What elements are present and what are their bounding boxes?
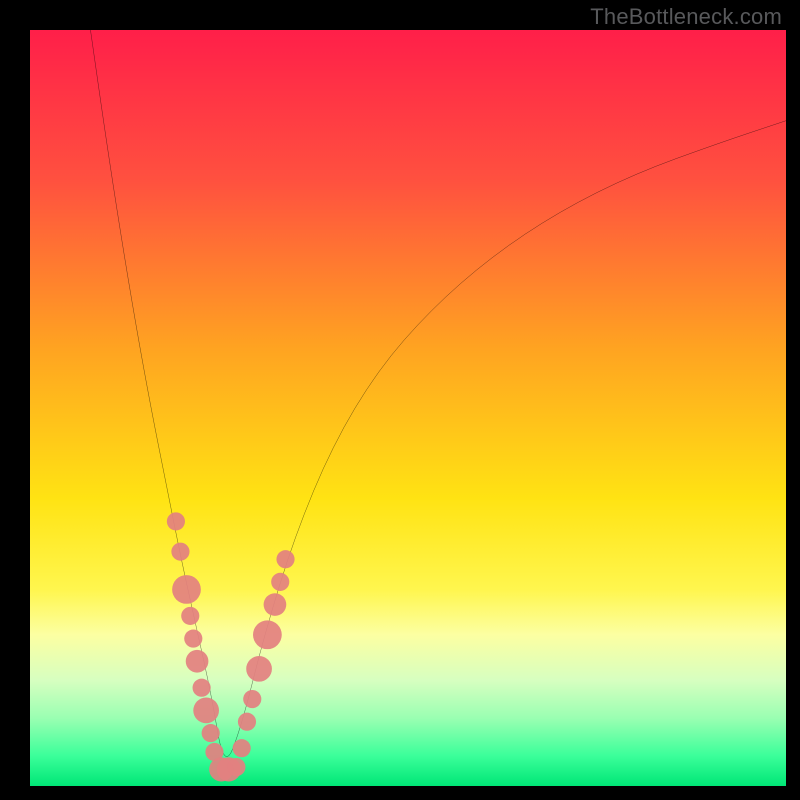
bottleneck-curve: [90, 30, 786, 757]
data-marker: [186, 650, 209, 673]
data-marker: [246, 656, 272, 682]
data-marker: [193, 679, 211, 697]
data-marker: [271, 573, 289, 591]
marker-group: [167, 512, 295, 781]
data-marker: [172, 575, 201, 604]
data-marker: [243, 690, 261, 708]
data-marker: [233, 739, 251, 757]
data-marker: [253, 620, 282, 649]
data-marker: [227, 758, 245, 776]
data-marker: [171, 543, 189, 561]
data-marker: [181, 607, 199, 625]
data-marker: [184, 630, 202, 648]
plot-area: [30, 30, 786, 786]
watermark-text: TheBottleneck.com: [590, 4, 782, 30]
data-marker: [276, 550, 294, 568]
curve-layer: [30, 30, 786, 786]
data-marker: [264, 593, 287, 616]
data-marker: [202, 724, 220, 742]
chart-container: TheBottleneck.com: [0, 0, 800, 800]
data-marker: [238, 713, 256, 731]
data-marker: [167, 512, 185, 530]
data-marker: [193, 698, 219, 724]
